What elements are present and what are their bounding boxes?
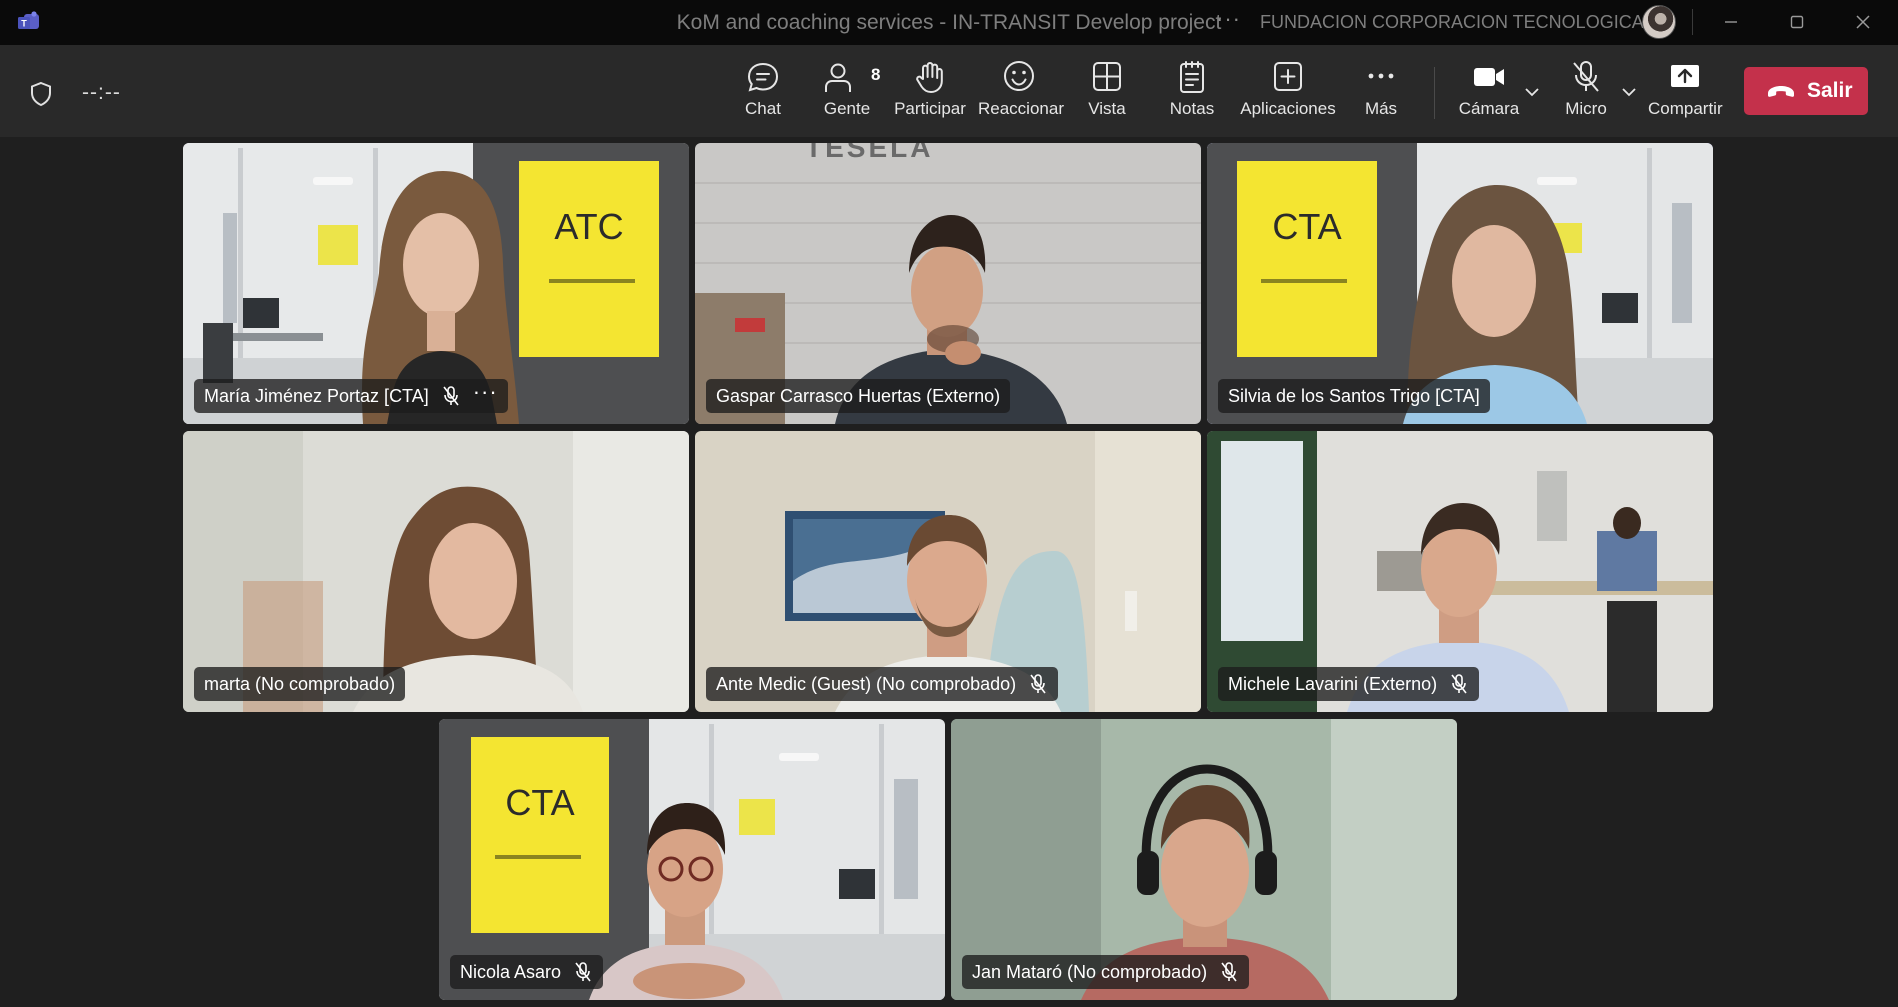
- toolbar-divider: [1434, 67, 1435, 119]
- minimize-icon[interactable]: [1714, 8, 1748, 36]
- participant-nameplate: Silvia de los Santos Trigo [CTA]: [1218, 379, 1490, 413]
- mic-muted-icon: [443, 386, 459, 406]
- poster-text: CTA: [505, 782, 574, 823]
- video-stage: ATC María Jiménez Portaz [CTA] ··· TESEL…: [0, 137, 1898, 1007]
- participant-name: Ante Medic (Guest) (No comprobado): [716, 673, 1017, 694]
- participant-name: Michele Lavarini (Externo): [1228, 673, 1438, 694]
- mic-muted-icon: [575, 962, 591, 982]
- more-button[interactable]: Más: [1358, 59, 1404, 129]
- meeting-toolbar: --:-- Chat 8 Gente Participar Reaccionar: [0, 45, 1898, 137]
- people-count-badge: 8: [871, 65, 881, 84]
- poster-text: CTA: [1272, 206, 1341, 247]
- organization-name[interactable]: FUNDACION CORPORACION TECNOLOGICA A: [1260, 12, 1659, 33]
- leave-label: Salir: [1807, 79, 1853, 102]
- notes-label: Notas: [1169, 99, 1215, 118]
- participant-tile-active-speaker[interactable]: CTA Silvia de los Santos Trigo [CTA]: [1207, 143, 1713, 424]
- tile-more-icon[interactable]: ···: [473, 381, 498, 403]
- shield-icon[interactable]: [28, 80, 54, 108]
- view-label: Vista: [1088, 99, 1126, 118]
- participant-tile[interactable]: Ante Medic (Guest) (No comprobado): [695, 431, 1201, 712]
- share-icon: [1671, 65, 1699, 87]
- mic-options-chevron-icon[interactable]: [1620, 83, 1638, 101]
- participant-nameplate: marta (No comprobado): [194, 667, 406, 701]
- participant-nameplate: Michele Lavarini (Externo): [1218, 667, 1480, 701]
- mic-button[interactable]: Micro: [1556, 59, 1616, 129]
- participant-name: Jan Mataró (No comprobado): [972, 961, 1208, 982]
- participant-tile[interactable]: TESELA Gaspar Carrasco Huertas (Externo): [695, 143, 1201, 424]
- emoji-icon: [1004, 61, 1034, 91]
- participant-nameplate: Jan Mataró (No comprobado): [962, 955, 1250, 989]
- participant-tile[interactable]: CTA Nicola Asaro: [439, 719, 945, 1000]
- react-button[interactable]: Reaccionar: [978, 59, 1064, 129]
- participant-name: Silvia de los Santos Trigo [CTA]: [1228, 385, 1480, 406]
- camera-label: Cámara: [1458, 99, 1520, 118]
- raise-hand-label: Participar: [894, 99, 966, 118]
- mic-muted-icon: [1221, 962, 1237, 982]
- view-button[interactable]: Vista: [1080, 59, 1134, 129]
- add-app-icon: [1274, 62, 1302, 91]
- participant-nameplate: Ante Medic (Guest) (No comprobado): [706, 667, 1059, 701]
- participant-name: Gaspar Carrasco Huertas (Externo): [716, 385, 1001, 406]
- participant-name: marta (No comprobado): [204, 673, 396, 694]
- close-icon[interactable]: [1846, 8, 1880, 36]
- mic-muted-icon: [1030, 674, 1046, 694]
- camera-options-chevron-icon[interactable]: [1523, 83, 1541, 101]
- chat-button[interactable]: Chat: [731, 59, 795, 129]
- user-avatar[interactable]: [1642, 5, 1676, 39]
- raise-hand-button[interactable]: Participar: [893, 59, 967, 129]
- participant-tile[interactable]: Michele Lavarini (Externo): [1207, 431, 1713, 712]
- apps-button[interactable]: Aplicaciones: [1238, 59, 1338, 129]
- share-button[interactable]: Compartir: [1648, 59, 1723, 129]
- notes-button[interactable]: Notas: [1164, 59, 1220, 129]
- more-icon: [1368, 73, 1394, 79]
- participant-nameplate: Gaspar Carrasco Huertas (Externo): [706, 379, 1011, 413]
- titlebar-divider: [1692, 9, 1693, 35]
- wall-text: TESELA: [805, 143, 933, 163]
- participant-nameplate: Nicola Asaro: [450, 955, 604, 989]
- mic-off-icon: [1573, 61, 1599, 92]
- poster-text: ATC: [554, 206, 623, 247]
- apps-label: Aplicaciones: [1240, 99, 1336, 118]
- meeting-timer: --:--: [82, 81, 121, 104]
- participant-tile[interactable]: ATC María Jiménez Portaz [CTA] ···: [183, 143, 689, 424]
- notes-icon: [1180, 61, 1204, 93]
- participant-nameplate: María Jiménez Portaz [CTA] ···: [194, 379, 508, 413]
- camera-icon: [1474, 68, 1504, 86]
- leave-button[interactable]: Salir: [1744, 67, 1868, 115]
- participant-name: María Jiménez Portaz [CTA]: [204, 385, 429, 406]
- title-more-icon[interactable]: ···: [1216, 6, 1241, 32]
- participant-tile[interactable]: Jan Mataró (No comprobado): [951, 719, 1457, 1000]
- people-label: Gente: [823, 99, 871, 118]
- hang-up-icon: [1768, 86, 1794, 97]
- chat-label: Chat: [745, 99, 781, 118]
- maximize-icon[interactable]: [1780, 8, 1814, 36]
- mic-label: Micro: [1565, 99, 1607, 118]
- raise-hand-icon: [916, 62, 943, 93]
- react-label: Reaccionar: [978, 99, 1064, 118]
- camera-button[interactable]: Cámara: [1458, 59, 1520, 129]
- chat-icon: [747, 62, 779, 92]
- mic-muted-icon: [1451, 674, 1467, 694]
- participant-tile[interactable]: marta (No comprobado): [183, 431, 689, 712]
- people-icon: [825, 63, 851, 92]
- more-label: Más: [1364, 99, 1398, 118]
- grid-view-icon: [1093, 62, 1121, 91]
- share-label: Compartir: [1648, 99, 1723, 118]
- title-bar: T KoM and coaching services - IN-TRANSIT…: [0, 0, 1898, 45]
- people-button[interactable]: 8 Gente: [814, 59, 880, 129]
- participant-name: Nicola Asaro: [460, 961, 562, 982]
